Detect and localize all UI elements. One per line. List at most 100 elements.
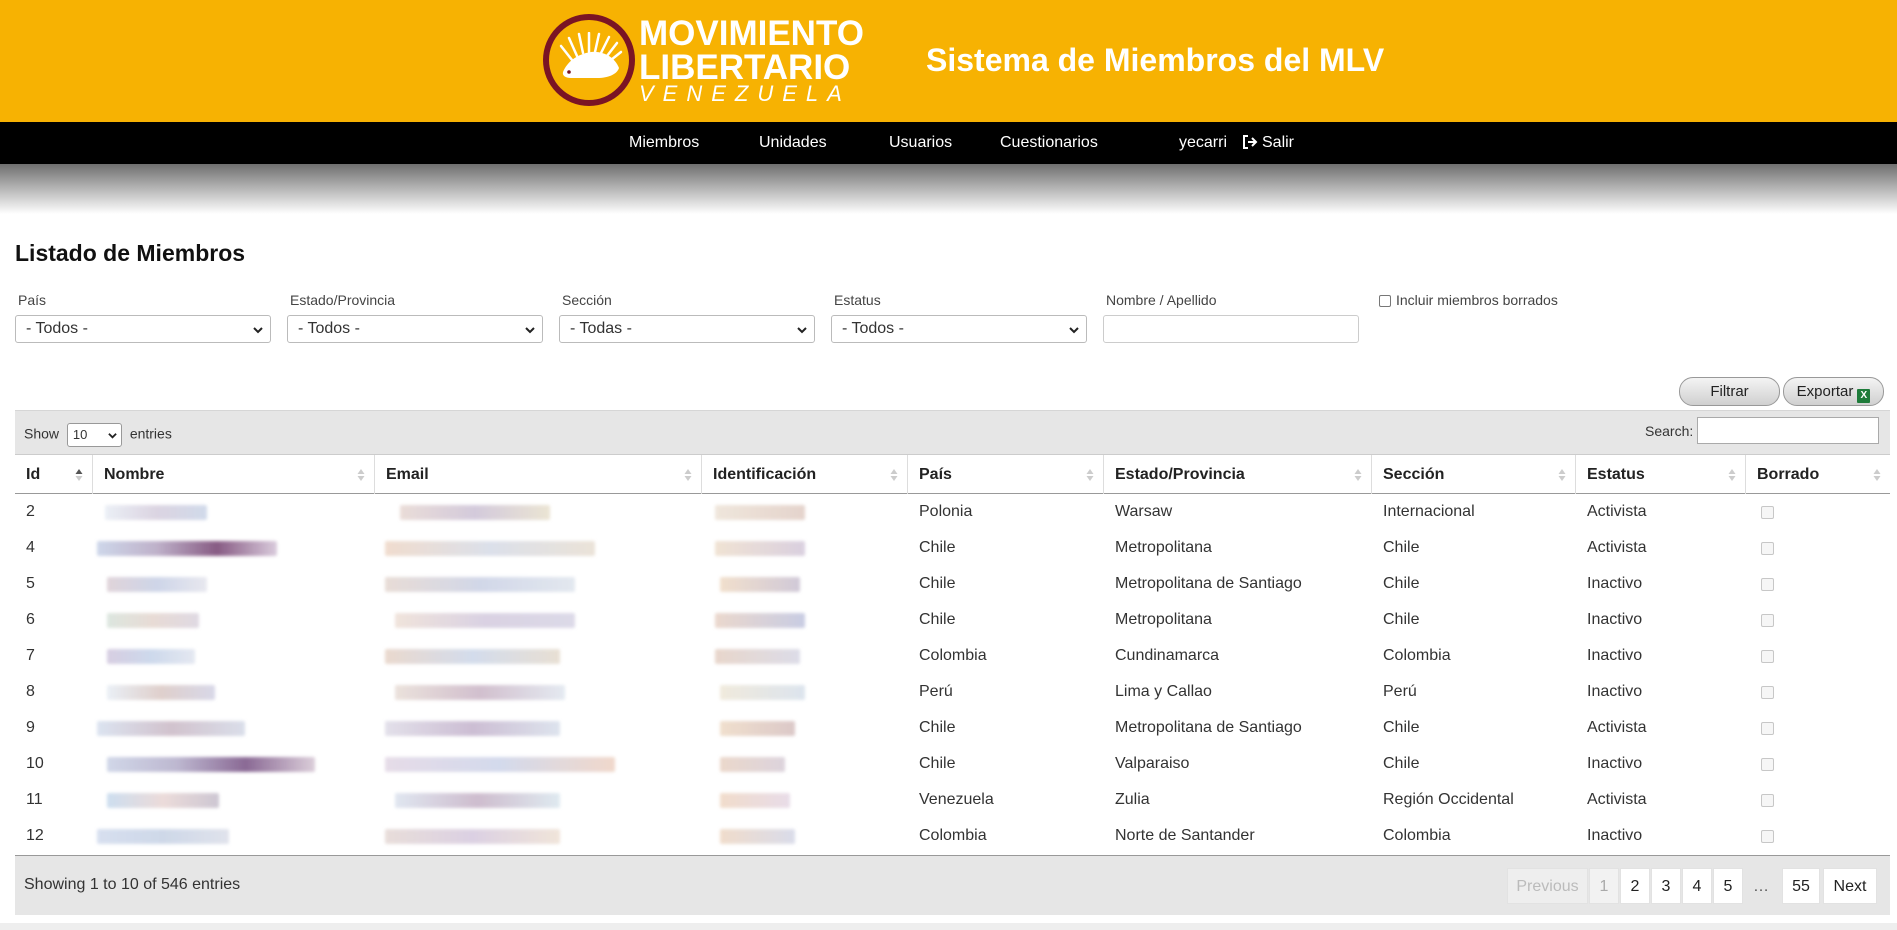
nav-user[interactable]: yecarri — [1179, 122, 1227, 164]
table-row[interactable]: 5 Chile Metropolitana de Santiago Chile … — [15, 566, 1890, 602]
borrados-option[interactable]: Incluir miembros borrados — [1379, 292, 1558, 308]
cell-pais: Venezuela — [919, 791, 994, 808]
borrado-checkbox — [1761, 794, 1774, 807]
borrados-checkbox[interactable] — [1379, 295, 1391, 307]
pagination-page-last[interactable]: 55 — [1782, 868, 1820, 904]
table-row[interactable]: 12 Colombia Norte de Santander Colombia … — [15, 818, 1890, 854]
table-controls: Show 10 entries Search: — [15, 410, 1890, 454]
col-borrado-label: Borrado — [1757, 466, 1820, 483]
col-seccion[interactable]: Sección — [1372, 455, 1576, 494]
redacted-identificacion — [720, 577, 800, 592]
cell-estatus: Activista — [1587, 719, 1647, 736]
cell-id: 7 — [26, 647, 35, 664]
redacted-email — [385, 829, 560, 844]
col-identificacion-label: Identificación — [713, 466, 817, 483]
chevron-down-icon — [797, 327, 807, 334]
chevron-down-icon — [108, 433, 117, 439]
col-estatus[interactable]: Estatus — [1576, 455, 1746, 494]
borrado-checkbox — [1761, 686, 1774, 699]
estatus-select[interactable]: - Todos - — [831, 315, 1087, 343]
table-row[interactable]: 2 Polonia Warsaw Internacional Activista — [15, 494, 1890, 530]
nav-item-unidades[interactable]: Unidades — [759, 122, 827, 164]
cell-id: 6 — [26, 611, 35, 628]
nav-item-miembros[interactable]: Miembros — [629, 122, 699, 164]
table-row[interactable]: 10 Chile Valparaiso Chile Inactivo — [15, 746, 1890, 782]
nav-item-usuarios[interactable]: Usuarios — [889, 122, 952, 164]
col-estado-label: Estado/Provincia — [1115, 466, 1245, 483]
redacted-email — [385, 757, 615, 772]
col-estatus-label: Estatus — [1587, 466, 1645, 483]
cell-pais: Chile — [919, 719, 956, 736]
pagination-page-1[interactable]: 1 — [1589, 868, 1619, 904]
cell-id: 8 — [26, 683, 35, 700]
estatus-select-value: - Todos - — [842, 320, 904, 337]
redacted-email — [395, 613, 575, 628]
nombre-input[interactable] — [1103, 315, 1359, 343]
col-email[interactable]: Email — [375, 455, 702, 494]
cell-estado: Zulia — [1115, 791, 1150, 808]
estado-select[interactable]: - Todos - — [287, 315, 543, 343]
table-row[interactable]: 4 Chile Metropolitana Chile Activista — [15, 530, 1890, 566]
col-pais[interactable]: País — [908, 455, 1104, 494]
col-borrado[interactable]: Borrado — [1746, 455, 1890, 494]
nombre-label: Nombre / Apellido — [1106, 292, 1217, 308]
sort-icon — [1354, 469, 1362, 481]
cell-seccion: Chile — [1383, 575, 1420, 592]
redacted-identificacion — [720, 721, 795, 736]
col-id-label: Id — [26, 466, 41, 483]
pagination-page-5[interactable]: 5 — [1713, 868, 1743, 904]
cell-pais: Chile — [919, 755, 956, 772]
filtrar-button[interactable]: Filtrar — [1679, 377, 1780, 406]
redacted-identificacion — [720, 685, 805, 700]
pagination-previous[interactable]: Previous — [1507, 868, 1588, 904]
redacted-nombre — [105, 505, 207, 520]
table-info: Showing 1 to 10 of 546 entries — [24, 876, 241, 893]
cell-seccion: Región Occidental — [1383, 791, 1514, 808]
cell-seccion: Chile — [1383, 611, 1420, 628]
table-row[interactable]: 9 Chile Metropolitana de Santiago Chile … — [15, 710, 1890, 746]
pagination-next[interactable]: Next — [1823, 868, 1877, 904]
sort-icon — [1873, 469, 1881, 481]
sort-icon — [1728, 469, 1736, 481]
cell-id: 9 — [26, 719, 35, 736]
cell-pais: Chile — [919, 611, 956, 628]
page-length-value: 10 — [72, 427, 88, 442]
table-row[interactable]: 8 Perú Lima y Callao Perú Inactivo — [15, 674, 1890, 710]
seccion-label: Sección — [562, 292, 612, 308]
cell-pais: Polonia — [919, 503, 973, 520]
logout-link[interactable]: Salir — [1242, 122, 1294, 164]
seccion-select[interactable]: - Todas - — [559, 315, 815, 343]
seccion-select-value: - Todas - — [570, 320, 632, 337]
borrados-label: Incluir miembros borrados — [1396, 292, 1558, 308]
table-header: Id Nombre Email Identificación País Esta… — [15, 454, 1890, 494]
pagination-page-4[interactable]: 4 — [1682, 868, 1712, 904]
borrado-checkbox — [1761, 722, 1774, 735]
col-estado[interactable]: Estado/Provincia — [1104, 455, 1372, 494]
pagination-page-3[interactable]: 3 — [1651, 868, 1681, 904]
mlv-logo[interactable]: MOVIMIENTO LIBERTARIO VENEZUELA — [543, 14, 864, 106]
redacted-nombre — [97, 721, 245, 736]
site-header: MOVIMIENTO LIBERTARIO VENEZUELA Sistema … — [0, 0, 1897, 122]
pais-select[interactable]: - Todos - — [15, 315, 271, 343]
col-id[interactable]: Id — [15, 455, 93, 494]
nav-item-cuestionarios[interactable]: Cuestionarios — [1000, 122, 1098, 164]
col-identificacion[interactable]: Identificación — [702, 455, 908, 494]
estado-label: Estado/Provincia — [290, 292, 396, 308]
porcupine-icon — [559, 32, 623, 78]
table-row[interactable]: 6 Chile Metropolitana Chile Inactivo — [15, 602, 1890, 638]
redacted-email — [385, 577, 575, 592]
excel-icon: X — [1857, 389, 1871, 403]
pagination-page-2[interactable]: 2 — [1620, 868, 1650, 904]
borrado-checkbox — [1761, 758, 1774, 771]
table-row[interactable]: 7 Colombia Cundinamarca Colombia Inactiv… — [15, 638, 1890, 674]
cell-estado: Norte de Santander — [1115, 827, 1255, 844]
exportar-button[interactable]: Exportar X — [1783, 377, 1884, 406]
logo-line-2: LIBERTARIO — [639, 48, 851, 87]
table-row[interactable]: 11 Venezuela Zulia Región Occidental Act… — [15, 782, 1890, 818]
page-title: Listado de Miembros — [15, 240, 246, 266]
page-length-select[interactable]: 10 — [66, 423, 122, 447]
search-input[interactable] — [1697, 417, 1879, 444]
col-seccion-label: Sección — [1383, 466, 1445, 483]
cell-seccion: Perú — [1383, 683, 1417, 700]
col-nombre[interactable]: Nombre — [93, 455, 375, 494]
